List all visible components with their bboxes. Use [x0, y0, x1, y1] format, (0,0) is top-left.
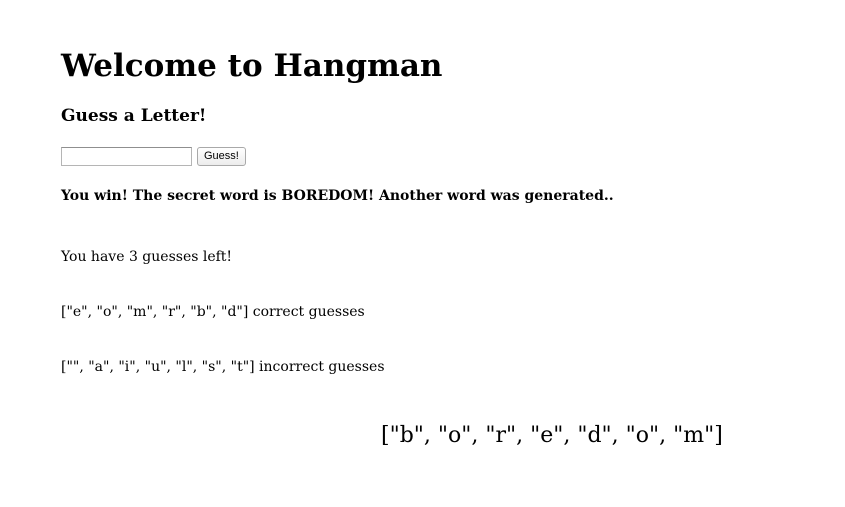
guesses-left-count: 3 — [128, 249, 138, 265]
guesses-left-suffix: guesses left! — [137, 249, 233, 265]
guess-button[interactable]: Guess! — [197, 147, 246, 166]
guess-form: Guess! — [61, 147, 246, 166]
win-message: You win! The secret word is BOREDOM! Ano… — [61, 188, 614, 204]
correct-guesses: ["e", "o", "m", "r", "b", "d"] correct g… — [61, 302, 365, 322]
incorrect-guesses-label: incorrect guesses — [254, 359, 385, 375]
guesses-left-prefix: You have — [61, 249, 129, 265]
secret-word-display: ["b", "o", "r", "e", "d", "o", "m"] — [381, 423, 723, 448]
page-title: Welcome to Hangman — [61, 48, 443, 84]
page-subtitle: Guess a Letter! — [61, 106, 207, 126]
guesses-left-text: You have 3 guesses left! — [61, 247, 232, 267]
hangman-page: Welcome to Hangman Guess a Letter! Guess… — [0, 0, 845, 507]
correct-guesses-list: ["e", "o", "m", "r", "b", "d"] — [61, 304, 249, 320]
letter-input[interactable] — [61, 147, 192, 166]
incorrect-guesses-list: ["", "a", "i", "u", "l", "s", "t"] — [61, 359, 255, 375]
incorrect-guesses: ["", "a", "i", "u", "l", "s", "t"] incor… — [61, 357, 385, 377]
correct-guesses-label: correct guesses — [248, 304, 365, 320]
